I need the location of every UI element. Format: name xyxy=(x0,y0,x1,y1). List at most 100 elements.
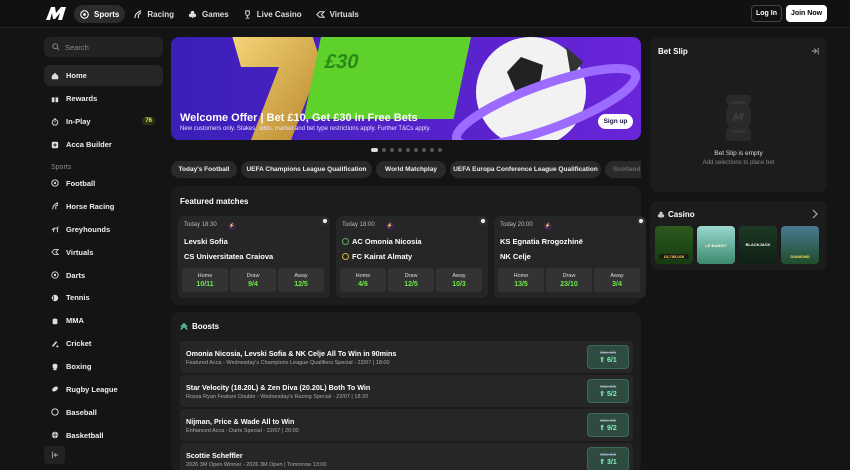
login-button[interactable]: Log In xyxy=(751,5,782,22)
filter-chip[interactable]: Today's Football xyxy=(171,161,237,178)
join-now-button[interactable]: Join Now xyxy=(786,5,827,22)
boost-row[interactable]: Star Velocity (18.20L) & Zen Diva (20.20… xyxy=(180,375,633,407)
sidebar-item-boxing[interactable]: Boxing xyxy=(44,356,163,377)
casino-game-tile[interactable]: DIAMOND xyxy=(781,226,819,264)
sign-up-button[interactable]: Sign up xyxy=(598,114,633,129)
odds-value: 23/10 xyxy=(560,280,578,288)
sidebar-item-label: Boxing xyxy=(66,362,92,372)
sidebar-item-baseball[interactable]: Baseball xyxy=(44,402,163,423)
odds-button[interactable]: Home 10/11 xyxy=(182,268,228,292)
odds-label: Draw xyxy=(562,272,576,279)
odds-value: 10/11 xyxy=(196,280,214,288)
nav-sports[interactable]: Sports xyxy=(74,5,126,23)
nav-games[interactable]: Games xyxy=(182,5,235,23)
boosts-panel: Boosts Omonia Nicosia, Levski Sofia & NK… xyxy=(171,312,641,470)
nav-virtuals-label: Virtuals xyxy=(329,9,359,19)
sidebar-item-label: Acca Builder xyxy=(66,140,112,149)
collapse-bet-slip-icon[interactable] xyxy=(811,47,819,55)
rugby-league-icon xyxy=(52,386,58,392)
odds-button[interactable]: Away 12/5 xyxy=(278,268,324,292)
boost-was-odds: Was 4/1 xyxy=(599,418,617,423)
sidebar-item-label: Football xyxy=(66,178,96,188)
sports-heading: Sports xyxy=(51,164,72,171)
odds-button[interactable]: Home 4/6 xyxy=(340,268,386,292)
sidebar-item-greyhounds[interactable]: Greyhounds xyxy=(44,219,163,240)
match-card[interactable]: Today 18:30 ⚡ Levski Sofia CS Universitatea… xyxy=(178,216,330,298)
search-input[interactable]: Search xyxy=(44,37,163,57)
boost-odds-button[interactable]: Was 2/1 ⇑ 5/2 xyxy=(587,379,629,403)
sidebar-item-cricket[interactable]: Cricket xyxy=(44,333,163,354)
nav-live-casino[interactable]: Live Casino xyxy=(237,5,308,23)
odds-button[interactable]: Draw 9/4 xyxy=(230,268,276,292)
trophy-icon xyxy=(244,9,250,19)
carousel-dot[interactable] xyxy=(406,148,410,152)
match-card[interactable]: Today 18:00 ⚡ AC Omonia Nicosia FC Kairat A… xyxy=(336,216,488,298)
boost-row[interactable]: Nijman, Price & Wade All to Win Enhanced … xyxy=(180,409,633,441)
odds-button[interactable]: Home 13/5 xyxy=(498,268,544,292)
brand-logo[interactable] xyxy=(44,6,68,21)
boost-row[interactable]: Omonia Nicosia, Levski Sofia & NK Celje … xyxy=(180,341,633,373)
casino-panel: Casino £8,785,028 LE BANDIT BLACKJACK DI… xyxy=(650,201,827,270)
boost-odds-button[interactable]: Was 5/2 ⇑ 3/1 xyxy=(587,447,629,470)
carousel-dot[interactable] xyxy=(414,148,418,152)
sidebar-item-label: Baseball xyxy=(66,407,97,417)
nav-virtuals[interactable]: Virtuals xyxy=(310,5,365,23)
sidebar-item-horse-racing[interactable]: Horse Racing xyxy=(44,196,163,217)
filter-chip[interactable]: World Matchplay xyxy=(376,161,446,178)
sidebar-item-darts[interactable]: Darts xyxy=(44,265,163,286)
odds-value: 9/4 xyxy=(248,280,258,288)
carousel-dot[interactable] xyxy=(430,148,434,152)
sidebar-item-label: Rugby League xyxy=(66,384,118,394)
chevron-right-icon[interactable] xyxy=(811,209,819,219)
odds-button[interactable]: Draw 12/5 xyxy=(388,268,434,292)
nav-racing[interactable]: Racing xyxy=(127,5,180,23)
carousel-dot[interactable] xyxy=(438,148,442,152)
odds-row: Home 10/11 Draw 9/4 Away 12/5 xyxy=(182,268,324,292)
casino-tile-label: LE BANDIT xyxy=(705,243,727,248)
carousel-dot[interactable] xyxy=(422,148,426,152)
carousel-dot[interactable] xyxy=(390,148,394,152)
filter-chip[interactable]: UEFA Europa Conference League Qualificat… xyxy=(450,161,601,178)
away-team: NK Celje xyxy=(500,252,531,261)
casino-game-tile[interactable]: BLACKJACK xyxy=(739,226,777,264)
match-time: Today 20:00 xyxy=(500,222,533,228)
odds-button[interactable]: Away 3/4 xyxy=(594,268,640,292)
boost-icon: ⚡ xyxy=(228,222,236,230)
horse-racing-icon xyxy=(52,202,58,210)
boost-was-odds: Was 2/1 xyxy=(599,384,617,389)
sidebar-item-in-play[interactable]: In-Play 76 xyxy=(44,111,163,132)
boost-name: Scottie Scheffler xyxy=(186,451,243,460)
sidebar-item-rugby-league[interactable]: Rugby League xyxy=(44,379,163,400)
casino-tile-label: £8,785,028 xyxy=(659,254,689,259)
carousel-dot[interactable] xyxy=(398,148,402,152)
bet-slip-title: Bet Slip xyxy=(658,47,688,56)
collapse-sidebar-button[interactable] xyxy=(44,446,65,464)
sidebar-item-football[interactable]: Football xyxy=(44,173,163,194)
sidebar-item-rewards[interactable]: Rewards xyxy=(44,88,163,109)
carousel-dot[interactable] xyxy=(371,148,378,152)
casino-game-tile[interactable]: £8,785,028 xyxy=(655,226,693,264)
boost-odds-button[interactable]: Was 5/1 ⇑ 6/1 xyxy=(587,345,629,369)
collapse-icon xyxy=(51,451,58,459)
filter-chip[interactable]: Scotland xyxy=(605,161,641,178)
boost-now-value: 5/2 xyxy=(607,391,617,398)
match-card[interactable]: Today 20:00 ⚡ KS Egnatia Rrogozhinë NK Celj… xyxy=(494,216,646,298)
carousel-dot[interactable] xyxy=(382,148,386,152)
boost-row[interactable]: Scottie Scheffler 2026 3M Open Winner - 2… xyxy=(180,443,633,470)
sidebar-item-tennis[interactable]: Tennis xyxy=(44,287,163,308)
gift-icon xyxy=(51,96,59,102)
boost-odds-button[interactable]: Was 4/1 ⇑ 9/2 xyxy=(587,413,629,437)
sidebar-item-virtuals[interactable]: Virtuals xyxy=(44,242,163,263)
odds-button[interactable]: Draw 23/10 xyxy=(546,268,592,292)
casino-game-tile[interactable]: LE BANDIT xyxy=(697,226,735,264)
odds-label: Home xyxy=(513,272,529,279)
sidebar-item-home[interactable]: Home xyxy=(44,65,163,86)
odds-button[interactable]: Away 10/3 xyxy=(436,268,482,292)
promo-banner[interactable]: £30 Welcome Offer | Bet £10, Get £30 in … xyxy=(171,37,641,140)
sidebar-item-mma[interactable]: MMA xyxy=(44,310,163,331)
sidebar-item-acca-builder[interactable]: Acca Builder xyxy=(44,134,163,155)
greyhounds-icon xyxy=(51,226,59,233)
sidebar-item-basketball[interactable]: Basketball xyxy=(44,425,163,446)
boost-now-value: 6/1 xyxy=(607,357,617,364)
filter-chip[interactable]: UEFA Champions League Qualification xyxy=(241,161,372,178)
